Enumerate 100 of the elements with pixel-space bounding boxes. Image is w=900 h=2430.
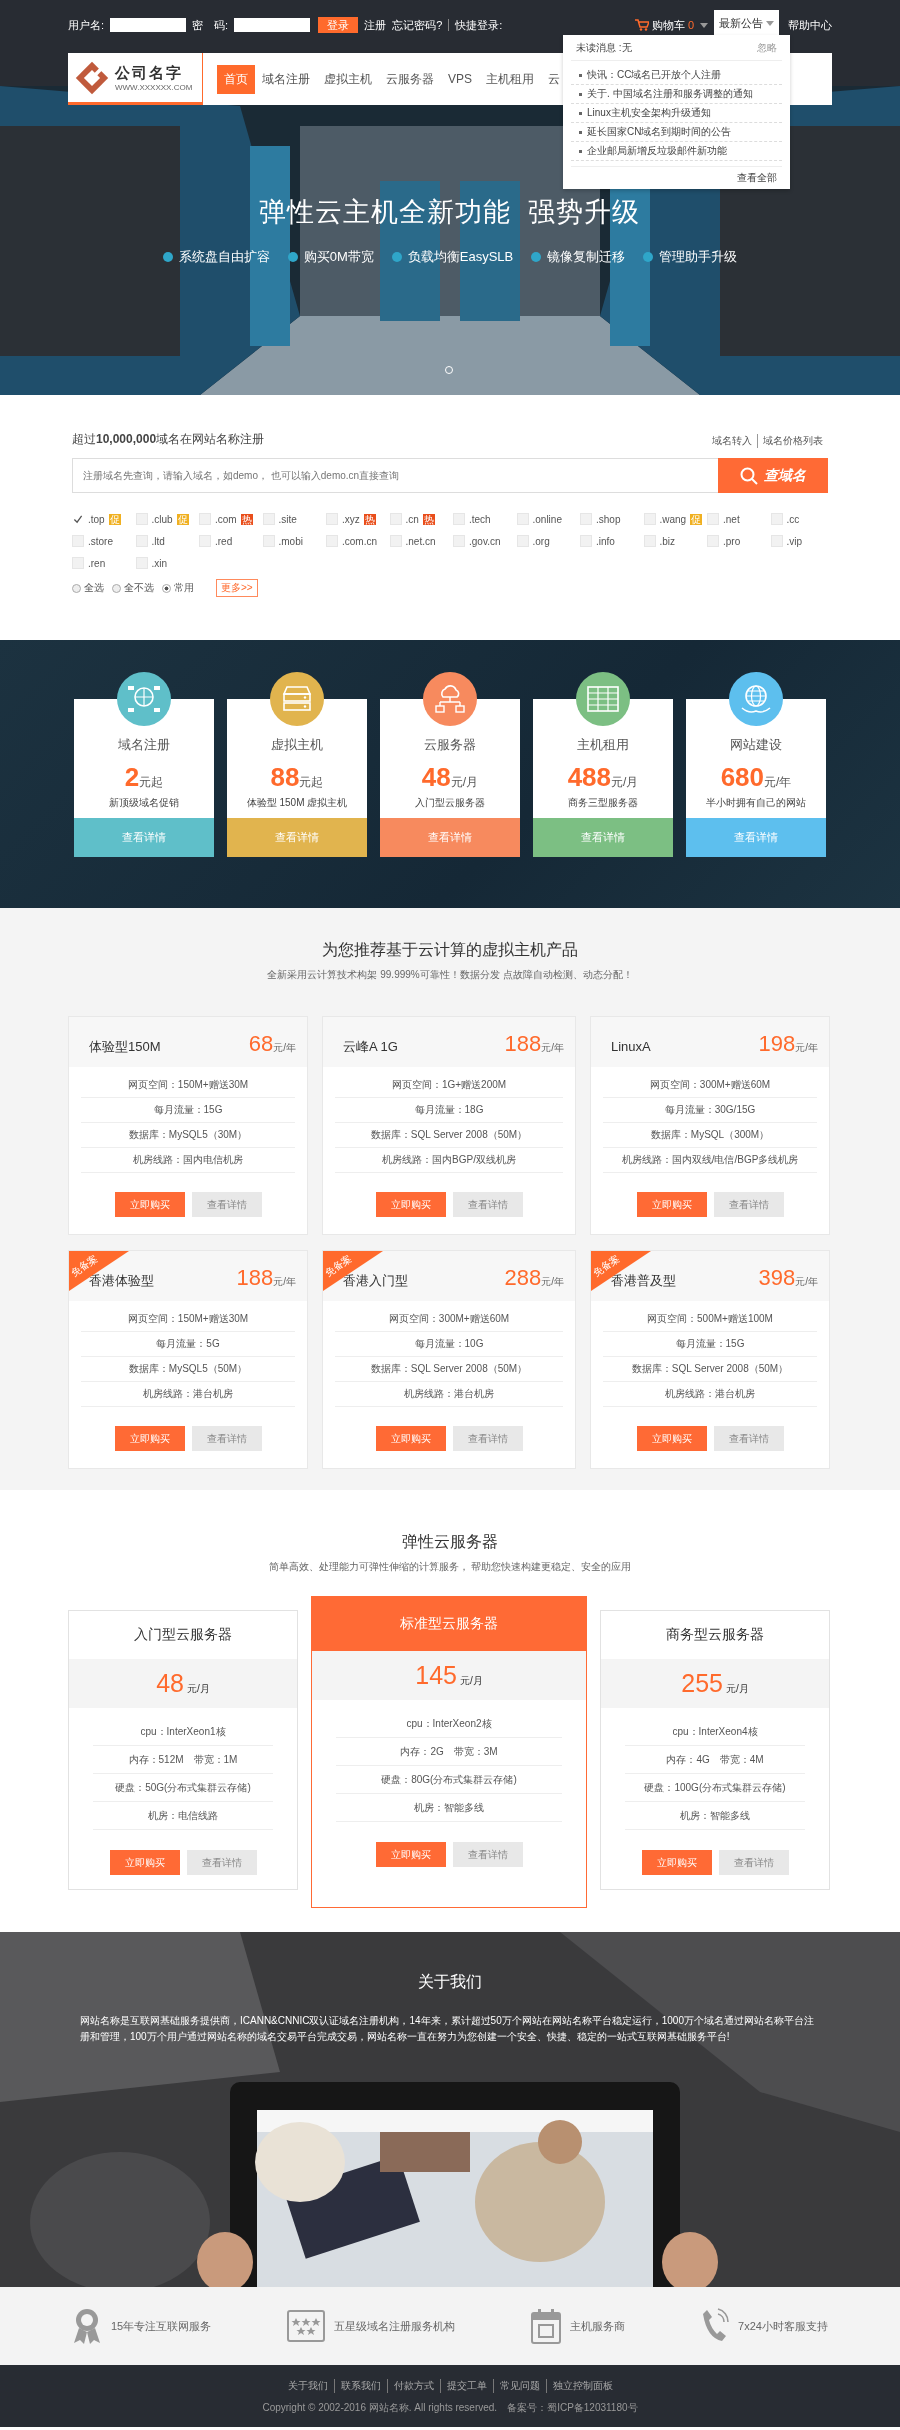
nav-item[interactable]: 主机租用 xyxy=(479,64,541,94)
buy-button[interactable]: 立即购买 xyxy=(636,1192,707,1217)
details-button[interactable]: 查看详情 xyxy=(191,1426,262,1451)
buy-button[interactable]: 立即购买 xyxy=(375,1842,446,1867)
price-unit: 元/月 xyxy=(725,1682,749,1696)
suffix-tag: 促 xyxy=(176,513,189,525)
checkbox[interactable] xyxy=(389,535,402,547)
checkbox[interactable] xyxy=(72,535,84,547)
price-unit: 元/月 xyxy=(450,774,479,791)
checkbox[interactable] xyxy=(262,535,275,547)
radio-label: 全选 xyxy=(84,581,104,595)
checkbox[interactable] xyxy=(770,535,783,547)
checkbox[interactable] xyxy=(643,513,656,525)
checkbox[interactable] xyxy=(707,513,719,525)
details-button[interactable]: 查看详情 xyxy=(74,818,214,857)
details-button[interactable]: 查看详情 xyxy=(533,818,673,857)
notice-item[interactable]: 关于. 中国域名注册和服务调整的通知 xyxy=(571,85,782,104)
checkbox[interactable] xyxy=(72,557,84,569)
buy-button[interactable]: 立即购买 xyxy=(641,1850,712,1875)
username-field[interactable] xyxy=(110,18,187,32)
details-button[interactable]: 查看详情 xyxy=(227,818,367,857)
checkbox[interactable] xyxy=(770,513,783,525)
password-field[interactable] xyxy=(234,18,311,32)
suffix-label: .online xyxy=(532,513,562,525)
checkbox[interactable] xyxy=(135,557,148,569)
view-all-link[interactable]: 查看全部 xyxy=(737,172,777,183)
details-button[interactable]: 查看详情 xyxy=(718,1850,789,1875)
buy-button[interactable]: 立即购买 xyxy=(636,1426,707,1451)
forgot-password-link[interactable]: 忘记密码? xyxy=(392,17,443,33)
details-button[interactable]: 查看详情 xyxy=(686,818,826,857)
details-button[interactable]: 查看详情 xyxy=(380,818,520,857)
notice-item[interactable]: 企业邮局新增反垃圾邮件新功能 xyxy=(571,142,782,161)
nav-item[interactable]: 云 xyxy=(541,64,567,94)
notice-menu[interactable]: 最新公告 xyxy=(714,10,779,37)
login-button[interactable]: 登录 xyxy=(318,17,359,33)
checkbox[interactable] xyxy=(707,535,719,547)
checkbox[interactable] xyxy=(516,513,529,525)
details-button[interactable]: 查看详情 xyxy=(452,1426,523,1451)
buy-button[interactable]: 立即购买 xyxy=(114,1192,185,1217)
cart-link[interactable]: 购物车 0 xyxy=(634,17,708,33)
logo[interactable]: 公司名字 WWW.XXXXXX.COM xyxy=(68,53,203,105)
plan-name: 商务型云服务器 xyxy=(665,1625,765,1644)
footer-link[interactable]: 提交工单 xyxy=(439,2379,493,2393)
product-name: LinuxA xyxy=(610,1039,651,1054)
buy-button[interactable]: 立即购买 xyxy=(114,1426,185,1451)
checkbox[interactable] xyxy=(453,513,465,525)
checkbox[interactable] xyxy=(453,535,465,547)
footer-link[interactable]: 常见问题 xyxy=(492,2379,546,2393)
suffix-label: .ltd xyxy=(151,535,165,547)
details-button[interactable]: 查看详情 xyxy=(713,1426,784,1451)
footer-link[interactable]: 独立控制面板 xyxy=(545,2379,619,2393)
nav-item[interactable]: 云服务器 xyxy=(379,64,441,94)
checkbox[interactable] xyxy=(326,513,338,525)
checkbox[interactable] xyxy=(199,513,211,525)
buy-button[interactable]: 立即购买 xyxy=(375,1426,446,1451)
buy-button[interactable]: 立即购买 xyxy=(375,1192,446,1217)
checkbox[interactable] xyxy=(516,535,529,547)
feature-text: 7x24小时客服支持 xyxy=(738,2318,828,2334)
search-domain-button[interactable]: 查域名 xyxy=(718,458,828,493)
domain-link[interactable]: 域名转入 xyxy=(707,434,757,448)
more-button[interactable]: 更多>> xyxy=(216,579,258,597)
ignore-link[interactable]: 忽略 xyxy=(757,42,777,54)
checkbox[interactable] xyxy=(326,535,338,547)
notice-item[interactable]: Linux主机安全架构升级通知 xyxy=(571,104,782,123)
spec-line: cpu：InterXeon2核 xyxy=(336,1710,562,1738)
checkbox[interactable] xyxy=(389,513,402,525)
footer-link[interactable]: 关于我们 xyxy=(281,2379,334,2393)
nav-item[interactable]: 域名注册 xyxy=(255,64,317,94)
buy-button[interactable]: 立即购买 xyxy=(109,1850,180,1875)
register-link[interactable]: 注册 xyxy=(364,17,387,33)
domain-search-field[interactable]: 注册域名先查询，请输入域名，如demo， 也可以输入demo.cn直接查询 xyxy=(72,458,718,493)
details-button[interactable]: 查看详情 xyxy=(452,1842,523,1867)
service-note: 新顶级域名促销 xyxy=(109,796,179,810)
radio-button[interactable] xyxy=(162,583,171,593)
spec-line: 数据库：SQL Server 2008（50M） xyxy=(335,1357,563,1382)
nav-item[interactable]: VPS xyxy=(441,66,479,92)
details-button[interactable]: 查看详情 xyxy=(713,1192,784,1217)
search-icon xyxy=(740,466,758,485)
radio-button[interactable] xyxy=(72,583,81,593)
checkbox[interactable] xyxy=(135,513,148,525)
checkbox[interactable] xyxy=(643,535,656,547)
product-name: 云峰A 1G xyxy=(342,1038,398,1056)
checkbox[interactable] xyxy=(580,513,592,525)
details-button[interactable]: 查看详情 xyxy=(186,1850,257,1875)
help-center-link[interactable]: 帮助中心 xyxy=(788,17,832,33)
checkbox[interactable] xyxy=(135,535,148,547)
checkbox[interactable] xyxy=(580,535,592,547)
nav-item[interactable]: 首页 xyxy=(217,64,255,94)
notice-item[interactable]: 延长国家CN域名到期时间的公告 xyxy=(571,123,782,142)
radio-button[interactable] xyxy=(112,583,121,593)
domain-link[interactable]: 域名价格列表 xyxy=(757,434,828,448)
footer-link[interactable]: 付款方式 xyxy=(386,2379,440,2393)
details-button[interactable]: 查看详情 xyxy=(452,1192,523,1217)
nav-item[interactable]: 虚拟主机 xyxy=(317,64,379,94)
suffix-label: .red xyxy=(215,535,233,547)
checkbox[interactable] xyxy=(199,535,211,547)
footer-link[interactable]: 联系我们 xyxy=(333,2379,387,2393)
notice-item[interactable]: 快讯：CC域名已开放个人注册 xyxy=(571,66,782,85)
details-button[interactable]: 查看详情 xyxy=(191,1192,262,1217)
checkbox[interactable] xyxy=(262,513,275,525)
